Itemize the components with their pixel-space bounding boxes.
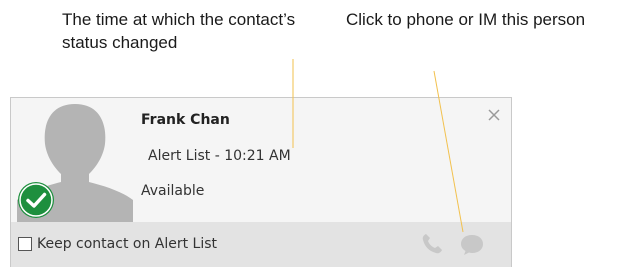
close-button[interactable]	[487, 108, 501, 122]
presence-available-icon	[17, 181, 55, 219]
close-icon	[488, 109, 500, 121]
checkmark-icon	[18, 182, 54, 218]
chat-bubble-icon	[461, 235, 483, 255]
alert-list-time: Alert List - 10:21 AM	[148, 148, 291, 164]
callout-status-time: The time at which the contact’s status c…	[62, 10, 296, 52]
instant-message-button[interactable]	[458, 230, 486, 258]
keep-on-alert-list-checkbox[interactable]	[18, 237, 32, 251]
callout-phone-im: Click to phone or IM this person	[346, 10, 586, 29]
contact-card-footer: Keep contact on Alert List	[11, 222, 511, 267]
contact-alert-card: Frank Chan Alert List - 10:21 AM Availab…	[10, 97, 512, 267]
contact-name: Frank Chan	[141, 112, 230, 128]
keep-on-alert-list-toggle[interactable]: Keep contact on Alert List	[18, 236, 217, 252]
contact-card-header: Frank Chan Alert List - 10:21 AM Availab…	[11, 98, 511, 222]
phone-icon	[422, 234, 442, 254]
keep-on-alert-list-label: Keep contact on Alert List	[37, 236, 218, 252]
phone-button[interactable]	[418, 230, 446, 258]
contact-status: Available	[141, 183, 205, 199]
